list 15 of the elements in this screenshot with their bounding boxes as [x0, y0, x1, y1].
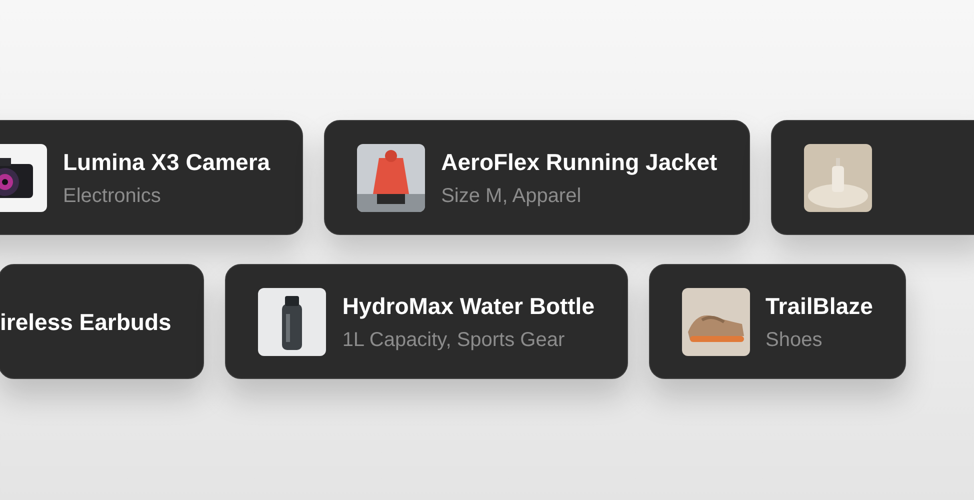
product-title: AeroFlex Running Jacket [441, 148, 718, 176]
product-title: ireless Earbuds [0, 308, 172, 336]
product-card[interactable]: TrailBlaze Shoes [648, 264, 906, 379]
product-title: HydroMax Water Bottle [342, 292, 594, 320]
product-subtitle: Size M, Apparel [441, 184, 582, 208]
product-subtitle: Electronics [63, 184, 162, 208]
product-subtitle: 1L Capacity, Sports Gear [342, 328, 566, 352]
product-subtitle: Shoes [766, 328, 824, 352]
product-card[interactable]: AeroFlex Running Jacket Size M, Apparel [324, 120, 750, 235]
product-card[interactable]: Lumina X3 Camera Electronics [0, 120, 304, 235]
product-card[interactable]: ireless Earbuds [0, 264, 204, 379]
product-title: TrailBlaze [766, 292, 873, 320]
product-card[interactable]: HydroMax Water Bottle 1L Capacity, Sports Gear [225, 264, 628, 379]
product-title: Lumina X3 Camera [63, 148, 270, 176]
product-card[interactable] [771, 120, 974, 235]
